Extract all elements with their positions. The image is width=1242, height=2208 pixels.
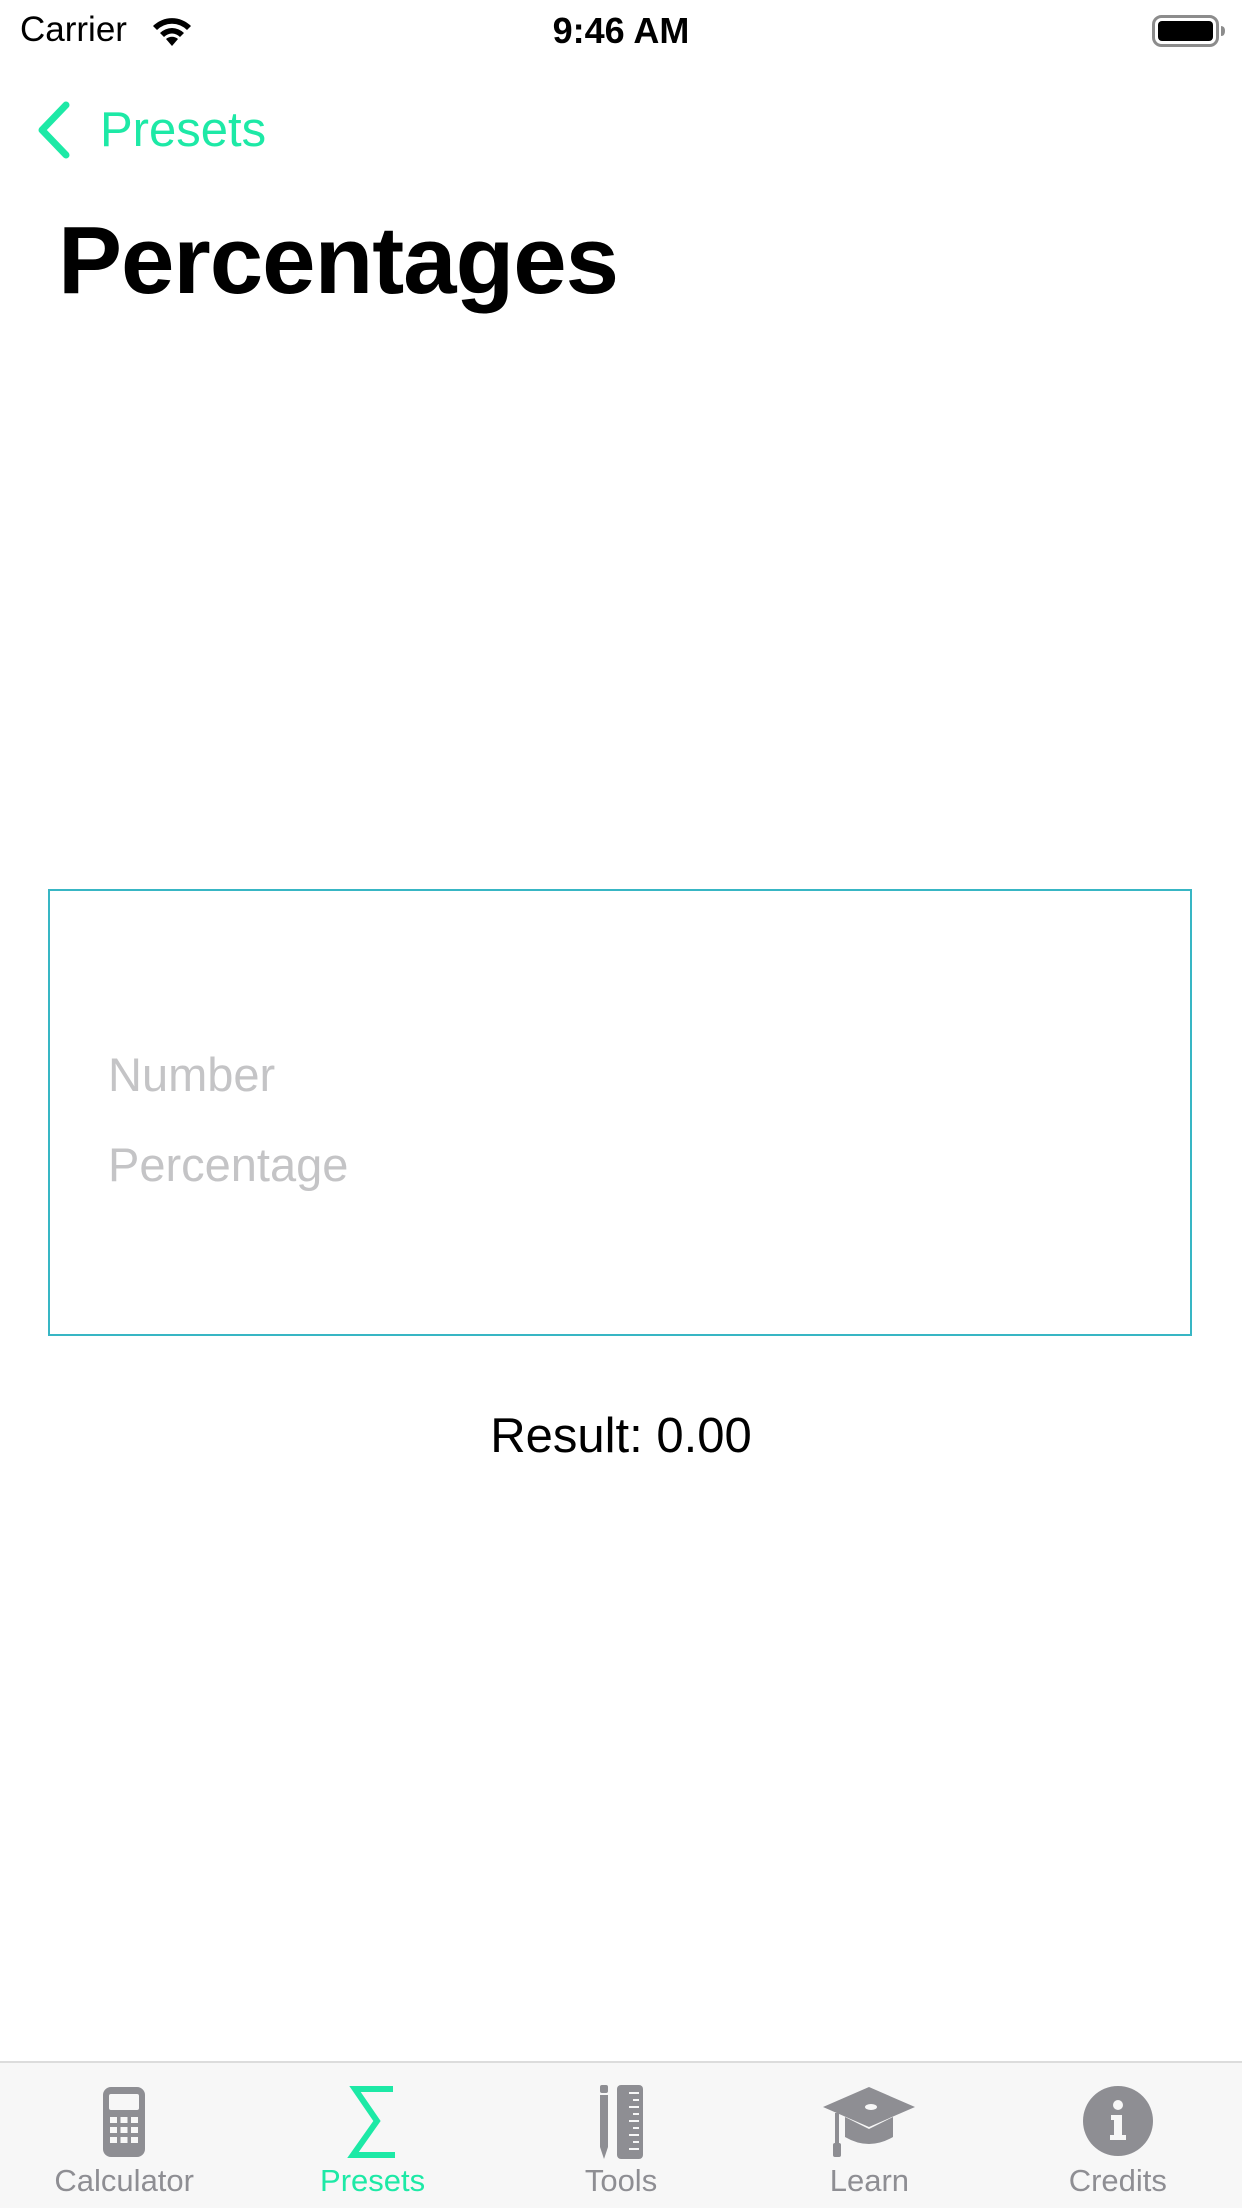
graduation-cap-icon bbox=[823, 2087, 916, 2157]
tab-label: Learn bbox=[829, 2163, 910, 2198]
chevron-left-icon bbox=[38, 101, 70, 159]
navigation-bar: Presets bbox=[0, 80, 1242, 176]
percentage-form bbox=[48, 889, 1192, 1336]
result-label: Result: 0.00 bbox=[490, 1409, 752, 1463]
tab-label: Presets bbox=[320, 2163, 426, 2198]
page-title: Percentages bbox=[58, 207, 619, 314]
tab-tools[interactable]: Tools bbox=[497, 2063, 745, 2208]
tab-learn[interactable]: Learn bbox=[745, 2063, 993, 2208]
status-time: 9:46 AM bbox=[552, 10, 690, 51]
tab-label: Credits bbox=[1068, 2163, 1167, 2198]
tab-calculator[interactable]: Calculator bbox=[0, 2063, 248, 2208]
number-input[interactable] bbox=[108, 1041, 1138, 1107]
tab-presets[interactable]: Presets bbox=[248, 2063, 496, 2208]
tab-label: Calculator bbox=[54, 2163, 194, 2198]
back-button-label: Presets bbox=[100, 103, 267, 157]
percentage-input[interactable] bbox=[108, 1131, 1138, 1197]
tab-credits[interactable]: Credits bbox=[994, 2063, 1242, 2208]
tools-icon bbox=[600, 2085, 644, 2159]
sigma-icon bbox=[346, 2086, 395, 2158]
tab-bar: Calculator Presets Tools Learn Credits bbox=[0, 2061, 1242, 2208]
back-button[interactable]: Presets bbox=[36, 92, 266, 168]
calculator-icon bbox=[103, 2087, 146, 2157]
status-bar: Carrier 9:46 AM bbox=[0, 0, 1242, 62]
tab-label: Tools bbox=[584, 2163, 658, 2198]
info-icon bbox=[1082, 2086, 1153, 2156]
battery-icon bbox=[1152, 15, 1225, 47]
